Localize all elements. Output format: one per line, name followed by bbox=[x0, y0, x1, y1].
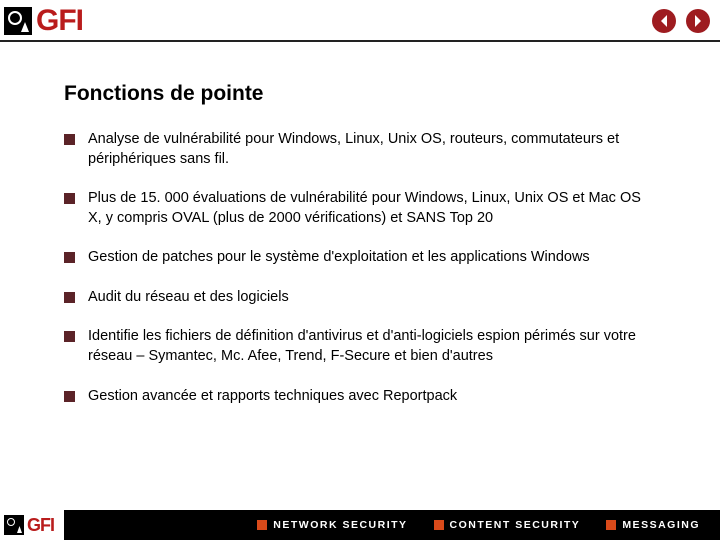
brand-logo: GFI bbox=[4, 4, 83, 38]
footer-bar: NETWORK SECURITY CONTENT SECURITY MESSAG… bbox=[64, 510, 720, 540]
chevron-right-icon bbox=[693, 15, 703, 27]
footer-item-content: CONTENT SECURITY bbox=[434, 519, 581, 531]
bullet-icon bbox=[257, 520, 267, 530]
slide-content: Fonctions de pointe Analyse de vulnérabi… bbox=[0, 42, 720, 406]
slide-footer: GFI NETWORK SECURITY CONTENT SECURITY ME… bbox=[0, 510, 720, 540]
slide-nav bbox=[652, 9, 710, 33]
bullet-list: Analyse de vulnérabilité pour Windows, L… bbox=[64, 130, 656, 406]
footer-label: CONTENT SECURITY bbox=[450, 519, 581, 531]
footer-label: MESSAGING bbox=[622, 519, 700, 531]
prev-button[interactable] bbox=[652, 9, 676, 33]
footer-label: NETWORK SECURITY bbox=[273, 519, 407, 531]
bullet-icon bbox=[606, 520, 616, 530]
list-item: Analyse de vulnérabilité pour Windows, L… bbox=[64, 130, 656, 169]
logo-mark-icon bbox=[4, 515, 24, 535]
chevron-left-icon bbox=[659, 15, 669, 27]
footer-logo-text: GFI bbox=[27, 515, 54, 536]
logo-text: GFI bbox=[36, 4, 83, 38]
logo-mark-icon bbox=[4, 7, 32, 35]
footer-item-messaging: MESSAGING bbox=[606, 519, 700, 531]
bullet-icon bbox=[434, 520, 444, 530]
slide-header: GFI bbox=[0, 0, 720, 42]
next-button[interactable] bbox=[686, 9, 710, 33]
list-item: Audit du réseau et des logiciels bbox=[64, 288, 656, 308]
list-item: Gestion avancée et rapports techniques a… bbox=[64, 387, 656, 407]
footer-brand-logo: GFI bbox=[0, 510, 64, 540]
list-item: Plus de 15. 000 évaluations de vulnérabi… bbox=[64, 189, 656, 228]
slide-title: Fonctions de pointe bbox=[64, 82, 656, 106]
list-item: Gestion de patches pour le système d'exp… bbox=[64, 248, 656, 268]
footer-item-network: NETWORK SECURITY bbox=[257, 519, 407, 531]
list-item: Identifie les fichiers de définition d'a… bbox=[64, 327, 656, 366]
